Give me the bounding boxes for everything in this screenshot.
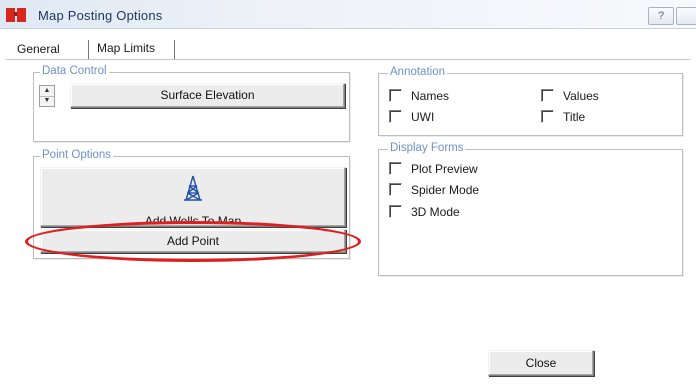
names-label: Names	[411, 88, 450, 103]
names-checkbox[interactable]: Names	[389, 87, 449, 103]
title-checkbox[interactable]: Title	[541, 108, 585, 124]
uwi-checkbox[interactable]: UWI	[389, 108, 434, 124]
surface-elevation-button[interactable]: Surface Elevation	[70, 83, 345, 108]
3d-mode-label: 3D Mode	[411, 204, 460, 219]
3d-mode-checkbox[interactable]: 3D Mode	[389, 203, 460, 219]
values-label: Values	[563, 88, 599, 103]
plot-preview-checkbox[interactable]: Plot Preview	[389, 160, 478, 176]
tab-map-limits[interactable]: Map Limits	[92, 38, 161, 58]
tab-divider	[88, 40, 89, 60]
display-forms-legend: Display Forms	[388, 142, 466, 154]
add-point-button[interactable]: Add Point	[40, 229, 346, 253]
app-logo-icon	[6, 8, 28, 22]
spider-mode-checkbox[interactable]: Spider Mode	[389, 181, 479, 197]
checkbox-box[interactable]	[541, 110, 554, 124]
tab-general[interactable]: General	[12, 38, 65, 59]
uwi-label: UWI	[411, 109, 435, 124]
checkbox-box[interactable]	[389, 205, 402, 219]
tab-page-border	[6, 59, 690, 60]
help-button[interactable]: ?	[648, 7, 674, 25]
spider-mode-label: Spider Mode	[411, 182, 480, 197]
annotation-group	[378, 73, 683, 136]
values-checkbox[interactable]: Values	[541, 87, 599, 103]
window-title: Map Posting Options	[38, 8, 163, 23]
window-close-button[interactable]	[676, 7, 696, 25]
close-button[interactable]: Close	[488, 350, 594, 376]
point-options-legend: Point Options	[40, 149, 114, 161]
plot-preview-label: Plot Preview	[411, 161, 478, 176]
checkbox-box[interactable]	[541, 89, 554, 103]
tab-divider	[174, 40, 175, 60]
spinner-arrows-icon[interactable]: ▲ ▼	[39, 85, 55, 107]
annotation-legend: Annotation	[388, 66, 447, 78]
checkbox-box[interactable]	[389, 183, 402, 197]
add-wells-to-map-label: Add Wells To Map	[144, 214, 242, 224]
spinner-down-icon[interactable]: ▼	[40, 96, 54, 106]
checkbox-box[interactable]	[389, 162, 402, 176]
checkbox-box[interactable]	[389, 110, 402, 124]
title-label: Title	[563, 109, 586, 124]
data-control-legend: Data Control	[40, 65, 109, 77]
checkbox-box[interactable]	[389, 89, 402, 103]
oil-rig-icon	[184, 175, 202, 201]
add-wells-to-map-button[interactable]: Add Wells To Map	[40, 167, 346, 227]
